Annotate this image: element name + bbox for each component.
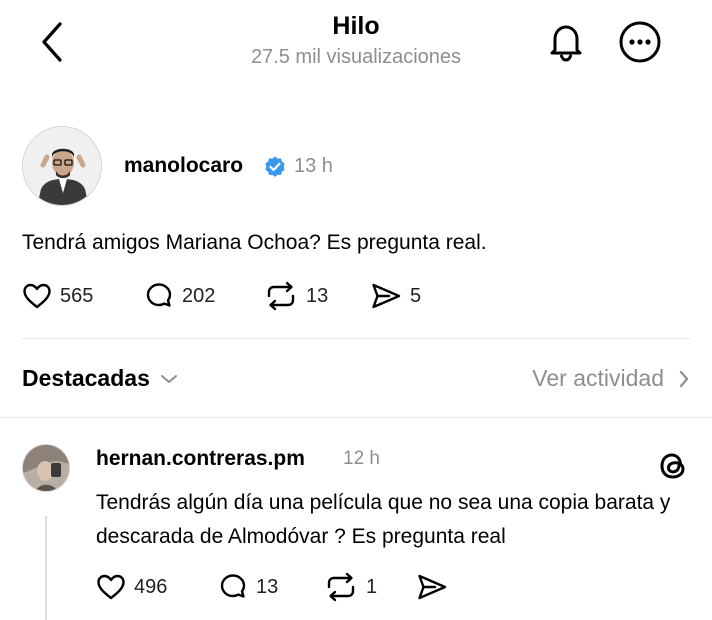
reply-username[interactable]: hernan.contreras.pm [96, 447, 305, 471]
divider [0, 417, 712, 418]
heart-icon [97, 574, 125, 600]
repost-icon [267, 281, 295, 311]
reply-comment-button[interactable]: 13 [218, 572, 278, 602]
views-count: 27.5 mil visualizaciones [250, 46, 462, 68]
like-button[interactable]: 565 [22, 281, 93, 311]
thread-connector-line [45, 516, 47, 620]
chevron-right-icon [679, 370, 689, 387]
heart-icon [23, 283, 51, 309]
view-activity-link[interactable]: Ver actividad [532, 365, 690, 392]
reply-timestamp: 12 h [343, 448, 380, 469]
reply-like-button[interactable]: 496 [96, 572, 167, 602]
comment-button[interactable]: 202 [144, 281, 215, 311]
comment-count: 202 [182, 284, 216, 307]
divider [22, 338, 690, 339]
share-count: 5 [410, 284, 422, 307]
verified-badge-icon [263, 155, 287, 179]
reply-text: Tendrás algún día una película que no se… [96, 491, 671, 548]
avatar[interactable] [22, 126, 102, 206]
chevron-down-icon [160, 374, 177, 383]
reply-comment-count: 13 [256, 575, 279, 598]
repost-count: 13 [306, 284, 329, 307]
post-username[interactable]: manolocaro [124, 154, 243, 178]
post-timestamp: 13 h [294, 155, 333, 177]
share-button[interactable]: 5 [370, 281, 421, 311]
top-bar: Hilo 27.5 mil visualizaciones [0, 0, 712, 86]
view-activity-label: Ver actividad [532, 365, 664, 391]
like-count: 565 [60, 284, 94, 307]
reply-like-count: 496 [134, 575, 168, 598]
reply-avatar[interactable] [22, 444, 70, 492]
reply-repost-button[interactable]: 1 [324, 572, 377, 602]
post-text: Tendrá amigos Mariana Ochoa? Es pregunta… [22, 231, 487, 254]
more-options-icon[interactable] [618, 20, 662, 64]
repost-button[interactable]: 13 [264, 281, 328, 311]
send-icon [372, 283, 401, 309]
threads-logo-icon[interactable] [656, 448, 690, 484]
reply-share-button[interactable] [416, 572, 448, 602]
bell-icon[interactable] [543, 18, 589, 64]
sort-label: Destacadas [22, 365, 150, 391]
sort-dropdown[interactable]: Destacadas [22, 365, 178, 392]
repost-icon [327, 572, 355, 602]
reply-repost-count: 1 [366, 575, 378, 598]
send-icon [418, 574, 447, 600]
comment-bubble-icon [146, 283, 172, 307]
comment-bubble-icon [220, 574, 246, 598]
page-title: Hilo [332, 12, 380, 40]
